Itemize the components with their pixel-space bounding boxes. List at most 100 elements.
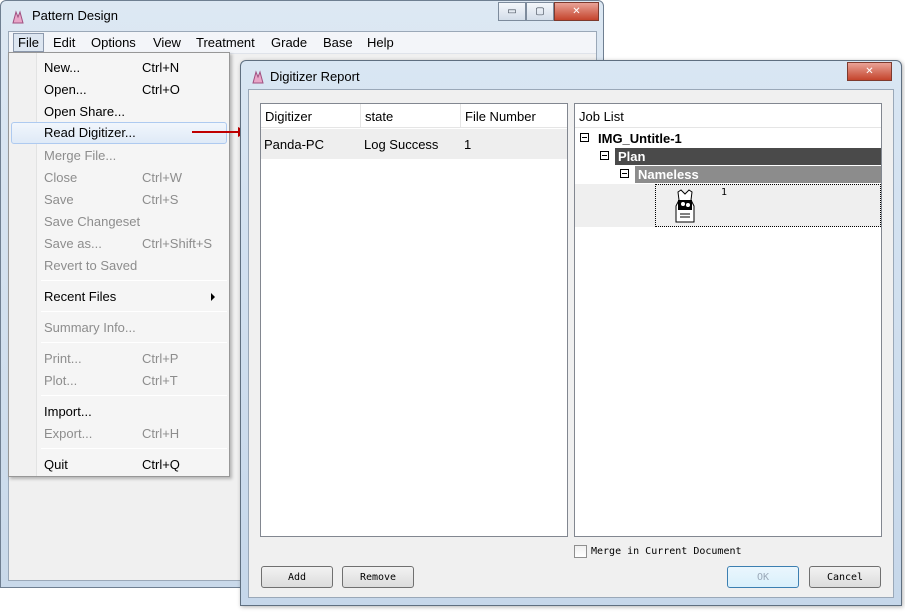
digitizer-report-dialog: Digitizer Report ✕ Digitizer state File …: [240, 60, 902, 606]
menu-item-shortcut: Ctrl+N: [142, 60, 180, 75]
menu-item-label: Plot...: [44, 373, 78, 388]
menu-item-shortcut: Ctrl+T: [142, 373, 178, 388]
menu-item-new[interactable]: New... Ctrl+N: [11, 57, 227, 79]
menu-item-open[interactable]: Open... Ctrl+O: [11, 79, 227, 101]
close-icon: ✕: [865, 66, 874, 77]
menu-item-label: Summary Info...: [44, 320, 136, 335]
column-header-digitizer[interactable]: Digitizer: [261, 104, 361, 128]
menu-item-label: Close: [44, 170, 78, 185]
menu-item-print[interactable]: Print... Ctrl+P: [11, 348, 227, 370]
submenu-arrow-icon: [211, 293, 215, 301]
remove-button[interactable]: Remove: [342, 566, 414, 588]
menu-grade[interactable]: Grade: [271, 35, 307, 50]
menu-item-merge-file[interactable]: Merge File...: [11, 145, 227, 167]
table-cell: 1: [461, 129, 567, 159]
menu-base[interactable]: Base: [323, 35, 353, 50]
menu-item-save-changeset[interactable]: Save Changeset: [11, 211, 227, 233]
tree-node-plan[interactable]: Plan: [599, 148, 881, 166]
job-list-tree[interactable]: Job List IMG_Untitle-1 Plan Nameless 1: [574, 103, 882, 537]
dialog-close-button[interactable]: ✕: [847, 62, 892, 81]
menu-options[interactable]: Options: [91, 35, 136, 50]
menu-help[interactable]: Help: [367, 35, 394, 50]
close-button[interactable]: ✕: [554, 2, 599, 21]
menu-item-shortcut: Ctrl+P: [142, 351, 179, 366]
menu-item-label: Merge File...: [44, 148, 117, 163]
main-title: Pattern Design: [32, 8, 118, 23]
menu-item-label: New...: [44, 60, 81, 75]
collapse-icon[interactable]: [600, 151, 609, 160]
menu-item-shortcut: Ctrl+O: [142, 82, 180, 97]
menu-item-label: Export...: [44, 426, 93, 441]
menu-view[interactable]: View: [153, 35, 181, 50]
menu-separator: [41, 311, 227, 312]
tree-node-label: Nameless: [635, 166, 881, 183]
menu-item-label: Print...: [44, 351, 82, 366]
table-cell: Log Success: [361, 129, 461, 159]
collapse-icon[interactable]: [580, 133, 589, 142]
menu-item-save-as[interactable]: Save as... Ctrl+Shift+S: [11, 233, 227, 255]
merge-checkbox-label: Merge in Current Document: [591, 546, 742, 557]
close-icon: ✕: [572, 6, 581, 17]
tree-node-nameless[interactable]: Nameless: [619, 166, 881, 184]
menu-item-label: Recent Files: [44, 289, 117, 304]
dialog-client-area: Digitizer state File Number Panda-PC Log…: [248, 89, 894, 598]
column-header-state[interactable]: state: [361, 104, 461, 128]
menu-item-shortcut: Ctrl+Q: [142, 457, 180, 472]
maximize-button[interactable]: ▢: [526, 2, 554, 21]
column-header-label: state: [365, 109, 394, 124]
add-button[interactable]: Add: [261, 566, 333, 588]
menu-file[interactable]: File: [13, 33, 44, 52]
merge-checkbox[interactable]: Merge in Current Document: [574, 544, 814, 560]
menu-edit[interactable]: Edit: [53, 35, 75, 50]
garment-piece-icon: [670, 188, 700, 224]
piece-item[interactable]: 1: [655, 184, 881, 227]
menu-item-open-share[interactable]: Open Share...: [11, 101, 227, 123]
cell-value: Log Success: [364, 137, 439, 152]
main-titlebar[interactable]: Pattern Design ▭ ▢ ✕: [1, 1, 603, 31]
collapse-icon[interactable]: [620, 169, 629, 178]
column-header-label: Digitizer: [265, 109, 312, 124]
menu-item-plot[interactable]: Plot... Ctrl+T: [11, 370, 227, 392]
menu-separator: [41, 448, 227, 449]
menu-item-quit[interactable]: Quit Ctrl+Q: [11, 454, 227, 476]
menu-item-export[interactable]: Export... Ctrl+H: [11, 423, 227, 445]
maximize-icon: ▢: [535, 6, 545, 17]
table-cell: Panda-PC: [261, 129, 361, 159]
menu-separator: [41, 342, 227, 343]
menu-item-label: Revert to Saved: [44, 258, 138, 273]
menu-item-save[interactable]: Save Ctrl+S: [11, 189, 227, 211]
menu-item-import[interactable]: Import...: [11, 401, 227, 423]
menu-item-shortcut: Ctrl+Shift+S: [142, 236, 213, 251]
menu-item-label: Open Share...: [44, 104, 125, 119]
job-list-header-label: Job List: [579, 109, 624, 124]
tree-node-label: Plan: [615, 148, 881, 165]
menu-separator: [41, 395, 227, 396]
cell-value: 1: [464, 137, 472, 152]
digitizer-table[interactable]: Digitizer state File Number Panda-PC Log…: [260, 103, 568, 537]
menu-item-summary-info[interactable]: Summary Info...: [11, 317, 227, 339]
ok-button[interactable]: OK: [727, 566, 799, 588]
menu-item-label: Save: [44, 192, 74, 207]
tree-node-root[interactable]: IMG_Untitle-1: [579, 130, 879, 148]
menu-item-label: Import...: [44, 404, 92, 419]
file-menu: New... Ctrl+N Open... Ctrl+O Open Share.…: [8, 52, 230, 477]
app-icon: [10, 9, 26, 25]
dialog-titlebar[interactable]: Digitizer Report ✕: [241, 61, 901, 91]
menu-item-label: Read Digitizer...: [44, 125, 136, 140]
menu-item-recent-files[interactable]: Recent Files: [11, 286, 227, 308]
menu-item-shortcut: Ctrl+W: [142, 170, 183, 185]
menu-item-label: Save as...: [44, 236, 102, 251]
menu-item-close[interactable]: Close Ctrl+W: [11, 167, 227, 189]
dialog-app-icon: [250, 69, 266, 85]
checkbox-box[interactable]: [574, 545, 587, 558]
column-header-label: File Number: [465, 109, 536, 124]
menu-item-label: Save Changeset: [44, 214, 141, 229]
tree-node-label: IMG_Untitle-1: [598, 131, 682, 146]
menu-treatment[interactable]: Treatment: [196, 35, 255, 50]
menubar: File Edit Options View Treatment Grade B…: [9, 32, 596, 54]
menu-item-revert[interactable]: Revert to Saved: [11, 255, 227, 277]
cancel-button[interactable]: Cancel: [809, 566, 881, 588]
minimize-button[interactable]: ▭: [498, 2, 526, 21]
minimize-icon: ▭: [507, 6, 517, 17]
column-header-file-number[interactable]: File Number: [461, 104, 567, 128]
